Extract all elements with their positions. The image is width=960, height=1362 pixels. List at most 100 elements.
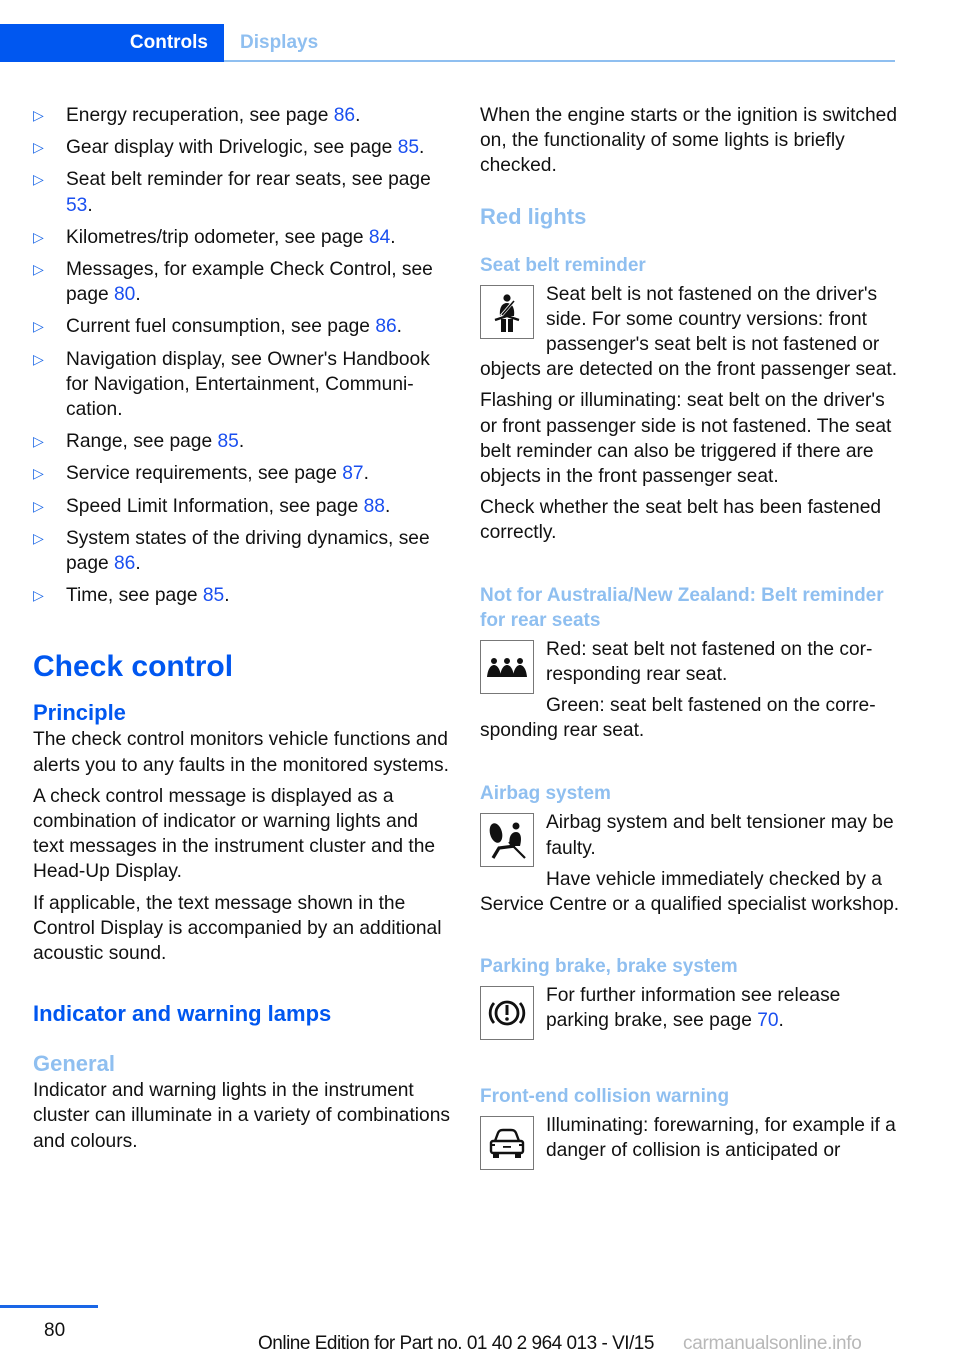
rear-belt-para: Red: seat belt not fastened on the cor­r… xyxy=(546,638,873,685)
seatbelt-title: Seat belt reminder xyxy=(480,254,646,276)
triangle-bullet-icon: ▷ xyxy=(33,228,44,245)
page-link[interactable]: 85 xyxy=(398,137,419,158)
list-item-text: Navigation display, see Owner's Handbook… xyxy=(66,348,430,421)
page-link[interactable]: 85 xyxy=(218,431,239,452)
airbag-icon xyxy=(480,813,534,868)
triangle-bullet-icon: ▷ xyxy=(33,587,44,604)
list-item-tail: . xyxy=(238,431,245,453)
triangle-bullet-icon: ▷ xyxy=(33,497,44,514)
edition-text: Online Edition for Part no. 01 40 2 964 … xyxy=(258,1333,654,1354)
list-item-tail: . xyxy=(135,553,141,575)
section-title: Check control xyxy=(33,650,234,684)
triangle-bullet-icon: ▷ xyxy=(33,139,44,156)
list-item: ▷ Time, see page 85. xyxy=(33,583,453,608)
parking-brake-para: For further information see release park… xyxy=(546,985,841,1032)
collision-para: Illuminating: forewarning, for example i… xyxy=(546,1115,896,1162)
list-item-tail: . xyxy=(355,105,361,126)
principle-para: If applicable, the text message shown in… xyxy=(33,892,442,965)
page-link[interactable]: 86 xyxy=(334,105,355,126)
intro-para: When the engine starts or the ignition i… xyxy=(480,105,898,177)
list-item: ▷ System states of the driving dynamics, … xyxy=(33,526,453,576)
list-item-tail: . xyxy=(363,463,369,485)
list-item-text: Energy recuperation, see page xyxy=(66,105,334,126)
page-link[interactable]: 88 xyxy=(364,496,385,517)
triangle-bullet-icon: ▷ xyxy=(33,261,44,278)
page-link[interactable]: 87 xyxy=(342,463,363,484)
list-item: ▷ Current fuel consumption, see page 86. xyxy=(33,314,453,339)
page-link[interactable]: 80 xyxy=(114,284,135,305)
list-item: ▷ Kilometres/trip odometer, see page 84. xyxy=(33,225,453,250)
tab-controls[interactable]: Controls xyxy=(0,24,224,62)
list-item: ▷ Service requirements, see page 87. xyxy=(33,461,453,486)
list-item-text: Range, see page xyxy=(66,431,218,453)
triangle-bullet-icon: ▷ xyxy=(33,318,44,335)
parking-brake-block: For further information see release park… xyxy=(480,983,900,1044)
page-link[interactable]: 86 xyxy=(114,553,135,574)
general-title: General xyxy=(33,1051,115,1077)
rear-belt-block: Red: seat belt not fastened on the cor­r… xyxy=(480,637,900,744)
rear-seats-icon xyxy=(480,639,534,694)
car-front-icon xyxy=(480,1116,534,1171)
list-item: ▷ Messages, for example Check Control, se… xyxy=(33,257,453,307)
parking-brake-title: Parking brake, brake system xyxy=(480,956,738,978)
principle-title: Principle xyxy=(33,700,126,726)
collision-title: Front-end collision warning xyxy=(480,1086,730,1108)
list-item-tail: . xyxy=(87,194,93,216)
tab-displays[interactable]: Displays xyxy=(240,24,318,62)
list-item-text: Time, see page xyxy=(66,585,203,607)
seatbelt-para: Seat belt is not fastened on the driver'… xyxy=(480,283,898,381)
page-link[interactable]: 53 xyxy=(66,195,87,216)
triangle-bullet-icon: ▷ xyxy=(33,107,44,123)
collision-block: Illuminating: forewarning, for example i… xyxy=(480,1113,900,1174)
list-item: ▷ Speed Limit Information, see page 88. xyxy=(33,494,453,519)
seatbelt-para: Check whether the seat belt has been fas… xyxy=(480,497,882,544)
list-item-tail: . xyxy=(224,585,230,607)
triangle-bullet-icon: ▷ xyxy=(33,350,44,367)
list-item-tail: . xyxy=(390,226,396,248)
list-item-tail: . xyxy=(135,284,141,306)
rear-belt-title: Not for Australia/New Zealand: Belt remi… xyxy=(480,584,884,631)
list-item: ▷ Energy recuperation, see page 86. xyxy=(33,103,453,128)
list-item-text: Gear display with Drivelogic, see page xyxy=(66,137,398,159)
seatbelt-para: Flashing or illuminating: seat belt on t… xyxy=(480,390,892,488)
seatbelt-block: Seat belt is not fastened on the driver'… xyxy=(480,282,900,383)
list-item-text: Speed Limit Information, see page xyxy=(66,495,364,517)
rear-belt-para: Green: seat belt fastened on the corre­s… xyxy=(480,695,876,742)
page-number: 80 xyxy=(44,1320,66,1341)
display-items-list: ▷ Energy recuperation, see page 86. ▷ Gear … xyxy=(33,103,453,608)
lamps-title: Indicator and warning lamps xyxy=(33,1001,332,1027)
left-column: ▷ Energy recuperation, see page 86. ▷ Gear … xyxy=(33,103,453,1154)
page-link[interactable]: 85 xyxy=(203,585,224,606)
brake-warning-icon xyxy=(480,986,534,1041)
principle-para: A check control message is displayed as … xyxy=(33,785,436,883)
airbag-block: Airbag system and belt tensioner may be … xyxy=(480,810,900,917)
principle-para: The check control monitors vehicle funct… xyxy=(33,729,449,776)
triangle-bullet-icon: ▷ xyxy=(33,171,44,188)
list-item-text: Service requirements, see page xyxy=(66,463,343,485)
list-item-text: Seat belt reminder for rear seats, see p… xyxy=(66,169,431,191)
airbag-para: Airbag system and belt tensioner may be … xyxy=(546,812,894,859)
page-link[interactable]: 70 xyxy=(757,1010,778,1031)
list-item-tail: . xyxy=(384,495,391,517)
red-lights-title: Red lights xyxy=(480,203,587,229)
list-item: ▷ Range, see page 85. xyxy=(33,429,453,454)
triangle-bullet-icon: ▷ xyxy=(33,465,44,482)
airbag-title: Airbag system xyxy=(480,783,611,805)
page-link[interactable]: 84 xyxy=(369,227,390,248)
triangle-bullet-icon: ▷ xyxy=(33,433,44,450)
list-item: ▷ Gear display with Drivelogic, see page … xyxy=(33,135,453,160)
list-item-tail: . xyxy=(396,316,403,338)
watermark: carmanualsonline.info xyxy=(683,1333,862,1354)
right-column: When the engine starts or the ignition i… xyxy=(480,103,900,1174)
triangle-bullet-icon: ▷ xyxy=(33,529,44,546)
seatbelt-icon xyxy=(480,284,534,339)
list-item-text: Current fuel consumption, see page xyxy=(66,316,376,338)
footer-divider xyxy=(0,1305,98,1308)
list-item-tail: . xyxy=(419,137,425,159)
list-item: ▷ Seat belt reminder for rear seats, see … xyxy=(33,167,453,217)
list-item: ▷ Navigation display, see Owner's Handboo… xyxy=(33,347,453,423)
general-para: Indicator and warning lights in the inst… xyxy=(33,1080,450,1152)
airbag-para: Have vehicle immediately checked by a Se… xyxy=(480,868,900,916)
list-item-text: Kilometres/trip odometer, see page xyxy=(66,226,369,248)
page-link[interactable]: 86 xyxy=(375,316,396,337)
